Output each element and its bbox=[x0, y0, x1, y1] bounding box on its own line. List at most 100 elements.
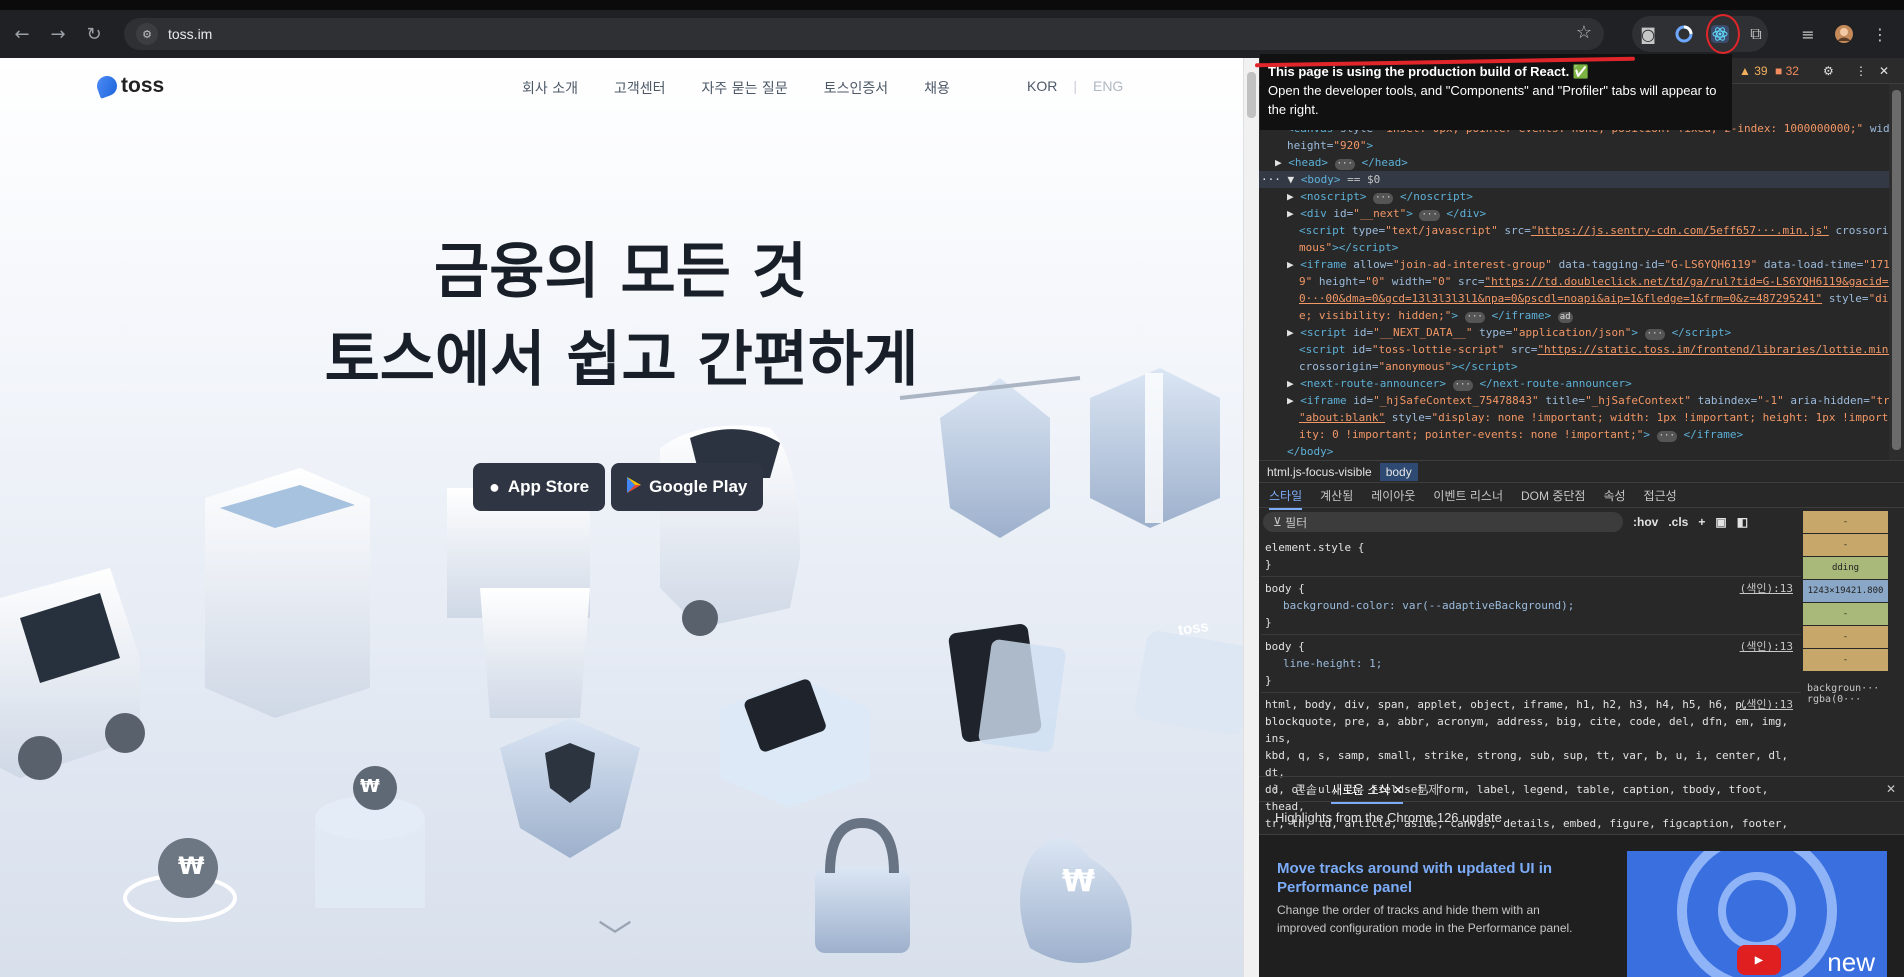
dom-node-line[interactable]: ··· ▼ <body> == $0 bbox=[1259, 171, 1889, 188]
css-rule[interactable]: body {(색인):13 line-height: 1;} bbox=[1261, 635, 1801, 693]
nav-faq[interactable]: 자주 묻는 질문 bbox=[702, 78, 788, 98]
forward-icon[interactable]: → bbox=[40, 16, 76, 52]
back-icon[interactable]: ← bbox=[4, 16, 40, 52]
site-info-icon[interactable]: ⚙ bbox=[136, 23, 158, 45]
dom-node-line[interactable]: ▶ <iframe id="_hjSafeContext_75478843" t… bbox=[1259, 392, 1889, 409]
lang-eng[interactable]: ENG bbox=[1093, 78, 1123, 94]
tab-accessibility[interactable]: 접근성 bbox=[1644, 487, 1677, 504]
dom-node-line[interactable]: ▶ <noscript> ··· </noscript> bbox=[1259, 188, 1889, 205]
tab-issues[interactable]: 문제 bbox=[1417, 781, 1439, 798]
page-scrollbar[interactable] bbox=[1243, 58, 1259, 977]
computed-background[interactable]: backgroun··· bbox=[1803, 683, 1888, 694]
warnings-count-value: 39 bbox=[1754, 64, 1768, 78]
bookmark-star-icon[interactable]: ☆ bbox=[1576, 22, 1592, 43]
kebab-menu-icon[interactable]: ⋮ bbox=[1866, 20, 1894, 48]
dom-node-line[interactable]: height="920"> bbox=[1259, 137, 1889, 154]
drawer-close-icon[interactable]: ✕ bbox=[1886, 782, 1896, 796]
app-store-label: App Store bbox=[507, 477, 590, 496]
dom-node-line[interactable]: ▶ <div id="__next"> ··· </div> bbox=[1259, 205, 1889, 222]
css-selector[interactable]: body { bbox=[1265, 638, 1797, 655]
tab-properties[interactable]: 속성 bbox=[1603, 487, 1625, 504]
dom-scrollbar[interactable] bbox=[1889, 84, 1904, 474]
extension-circle-icon[interactable] bbox=[1670, 20, 1698, 48]
app-store-button[interactable]: ● App Store bbox=[473, 463, 606, 511]
tab-styles[interactable]: 스타일 bbox=[1269, 487, 1303, 510]
play-icon[interactable]: ▶ bbox=[1737, 945, 1781, 975]
devtools-menu-icon[interactable]: ⋮ bbox=[1855, 64, 1867, 78]
css-property[interactable]: background-color: var(--adaptiveBackgrou… bbox=[1265, 597, 1797, 614]
dom-node-line[interactable]: mous"></script> bbox=[1259, 239, 1889, 256]
lang-kor[interactable]: KOR bbox=[1027, 78, 1057, 94]
css-property[interactable]: line-height: 1; bbox=[1265, 655, 1797, 672]
google-play-button[interactable]: Google Play bbox=[611, 463, 764, 511]
dom-node-line[interactable]: "about:blank" style="display: none !impo… bbox=[1259, 409, 1889, 426]
news-video-thumbnail[interactable]: ▶ new bbox=[1627, 851, 1887, 977]
css-selector[interactable]: body { bbox=[1265, 580, 1797, 597]
address-bar[interactable]: ⚙ toss.im ☆ bbox=[124, 18, 1604, 50]
dom-node-line[interactable]: e; visibility: hidden;"> ··· </iframe> a… bbox=[1259, 307, 1889, 324]
dom-node-line[interactable]: 9" height="0" width="0" src="https://td.… bbox=[1259, 273, 1889, 290]
dom-node-line[interactable]: ▶ <next-route-announcer> ··· </next-rout… bbox=[1259, 375, 1889, 392]
css-source-link[interactable]: (색인):13 bbox=[1740, 696, 1793, 713]
tab-layout[interactable]: 레이아웃 bbox=[1371, 487, 1415, 504]
css-selector[interactable]: element.style { bbox=[1265, 539, 1797, 556]
dom-scrollbar-thumb[interactable] bbox=[1892, 90, 1901, 450]
toggle-sidebar-icon[interactable]: ◧ bbox=[1737, 515, 1748, 529]
issues-count[interactable]: ■ 32 bbox=[1775, 64, 1799, 78]
lang-separator: | bbox=[1073, 78, 1077, 94]
tab-dom-breakpoints[interactable]: DOM 중단점 bbox=[1521, 487, 1585, 504]
breadcrumb-body[interactable]: body bbox=[1379, 462, 1418, 481]
warnings-count[interactable]: ▲ 39 bbox=[1739, 64, 1768, 78]
news-title[interactable]: Move tracks around with updated UI in Pe… bbox=[1277, 859, 1577, 897]
styles-filter-input[interactable]: ⊻ 필터 bbox=[1263, 512, 1623, 532]
paint-icon[interactable]: ▣ bbox=[1715, 515, 1726, 529]
scroll-down-chevron-icon[interactable]: ﹀ bbox=[598, 910, 632, 959]
puzzle-extensions-icon[interactable]: ⧉ bbox=[1742, 20, 1770, 48]
drawer-menu-icon[interactable]: ⋮ bbox=[1269, 782, 1281, 796]
toss-logo[interactable]: toss bbox=[94, 73, 164, 99]
dom-node-line[interactable]: 0···00&dma=0&gcd=13l3l3l3l1&npa=0&pscdl=… bbox=[1259, 290, 1889, 307]
nav-about[interactable]: 회사 소개 bbox=[522, 78, 578, 98]
avatar[interactable] bbox=[1830, 20, 1858, 48]
dom-node-line[interactable]: ity: 0 !important; pointer-events: none … bbox=[1259, 426, 1889, 443]
breadcrumb-html[interactable]: html.js-focus-visible bbox=[1267, 465, 1372, 479]
box-model-row: - bbox=[1803, 534, 1888, 556]
css-rule-close: } bbox=[1265, 616, 1272, 629]
css-rule[interactable]: body {(색인):13 background-color: var(--ada… bbox=[1261, 577, 1801, 635]
tab-computed[interactable]: 계산됨 bbox=[1320, 487, 1353, 504]
dom-node-line[interactable]: <script id="toss-lottie-script" src="htt… bbox=[1259, 341, 1889, 358]
hero-illustration bbox=[0, 368, 1243, 963]
page-scrollbar-thumb[interactable] bbox=[1247, 72, 1256, 118]
nav-support[interactable]: 고객센터 bbox=[614, 78, 666, 98]
dom-node-line[interactable]: ▶ <head> ··· </head> bbox=[1259, 154, 1889, 171]
elements-dom-tree[interactable]: <canvas style="inset: 0px; pointer-event… bbox=[1259, 120, 1889, 512]
css-property[interactable]: blockquote, pre, a, abbr, acronym, addre… bbox=[1265, 713, 1797, 747]
hov-button[interactable]: :hov bbox=[1633, 515, 1658, 529]
dom-node-line[interactable]: <script type="text/javascript" src="http… bbox=[1259, 222, 1889, 239]
nav-certificate[interactable]: 토스인증서 bbox=[824, 78, 888, 98]
devtools-close-icon[interactable]: ✕ bbox=[1879, 64, 1889, 78]
css-source-link[interactable]: (색인):13 bbox=[1740, 580, 1793, 597]
camera-icon[interactable]: ◙ bbox=[1634, 20, 1662, 48]
dom-node-line[interactable]: </body> bbox=[1259, 443, 1889, 460]
cls-button[interactable]: .cls bbox=[1668, 515, 1688, 529]
tab-whats-new[interactable]: 새로운 소식 ✕ bbox=[1331, 781, 1404, 804]
tab-console[interactable]: 콘솔 bbox=[1295, 781, 1317, 798]
box-model-row: - bbox=[1803, 511, 1888, 533]
news-thumb-word: new bbox=[1827, 947, 1875, 977]
dom-node-line[interactable]: ▶ <iframe allow="join-ad-interest-group"… bbox=[1259, 256, 1889, 273]
nav-careers[interactable]: 채용 bbox=[924, 78, 950, 98]
css-selector[interactable]: html, body, div, span, applet, object, i… bbox=[1265, 696, 1797, 713]
new-rule-button[interactable]: + bbox=[1698, 515, 1705, 529]
reload-icon[interactable]: ↻ bbox=[76, 16, 112, 52]
tab-event-listeners[interactable]: 이벤트 리스너 bbox=[1433, 487, 1503, 504]
devtools-settings-icon[interactable]: ⚙ bbox=[1823, 64, 1834, 78]
css-source-link[interactable]: (색인):13 bbox=[1740, 638, 1793, 655]
css-rule[interactable]: element.style {} bbox=[1261, 536, 1801, 577]
dom-node-line[interactable]: crossorigin="anonymous"></script> bbox=[1259, 358, 1889, 375]
media-icon[interactable]: ≡ bbox=[1794, 20, 1822, 48]
dom-node-line[interactable]: ▶ <script id="__NEXT_DATA__" type="appli… bbox=[1259, 324, 1889, 341]
site-nav: 회사 소개 고객센터 자주 묻는 질문 토스인증서 채용 bbox=[522, 78, 950, 98]
filter-icon: ⊻ bbox=[1273, 515, 1286, 529]
browser-toolbar: ← → ↻ ⚙ toss.im ☆ ◙ ⧉ ≡ ⋮ bbox=[0, 10, 1904, 58]
